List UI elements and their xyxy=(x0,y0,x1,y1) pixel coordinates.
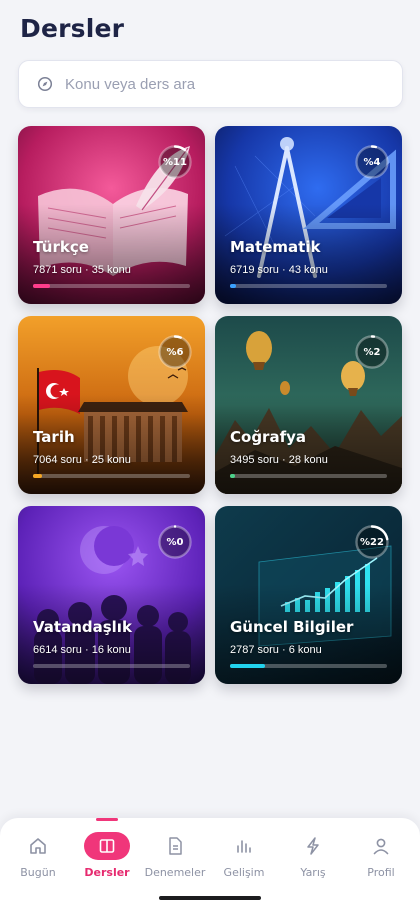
progress-bar xyxy=(230,284,387,288)
nav-item-denemeler[interactable]: Denemeler xyxy=(145,832,205,882)
nav-label: Dersler xyxy=(84,866,130,879)
compass-icon xyxy=(37,76,53,92)
nav-item-yaris[interactable]: Yarış xyxy=(283,832,343,882)
home-icon xyxy=(16,832,60,860)
subject-meta: 6719 soru · 43 konu xyxy=(230,264,328,276)
subject-name: Türkçe xyxy=(33,238,89,256)
subject-card-turkce[interactable]: %11 Türkçe 7871 soru · 35 konu xyxy=(18,126,205,304)
lightning-icon xyxy=(291,832,335,860)
nav-label: Yarış xyxy=(300,866,326,879)
subject-meta: 3495 soru · 28 konu xyxy=(230,454,328,466)
bar-chart-icon xyxy=(222,832,266,860)
progress-bar xyxy=(33,474,190,478)
nav-item-bugun[interactable]: Bugün xyxy=(8,832,68,882)
subject-name: Coğrafya xyxy=(230,428,306,446)
progress-bar xyxy=(33,664,190,668)
subject-card-tarih[interactable]: %6 Tarih 7064 soru · 25 konu xyxy=(18,316,205,494)
nav-item-profil[interactable]: Profil xyxy=(351,832,411,882)
nav-label: Profil xyxy=(367,866,395,879)
progress-percent: %0 xyxy=(166,536,184,548)
progress-ring: %2 xyxy=(354,334,390,370)
subject-meta: 2787 soru · 6 konu xyxy=(230,644,322,656)
book-icon xyxy=(84,832,130,860)
subject-grid: %11 Türkçe 7871 soru · 35 konu %4 Matema… xyxy=(18,126,402,684)
subject-name: Vatandaşlık xyxy=(33,618,132,636)
progress-ring: %0 xyxy=(157,524,193,560)
subject-name: Güncel Bilgiler xyxy=(230,618,354,636)
nav-item-gelisim[interactable]: Gelişim xyxy=(214,832,274,882)
nav-item-dersler[interactable]: Dersler xyxy=(77,832,137,882)
search-bar[interactable] xyxy=(18,60,403,108)
subject-meta: 6614 soru · 16 konu xyxy=(33,644,131,656)
subject-meta: 7064 soru · 25 konu xyxy=(33,454,131,466)
progress-ring: %11 xyxy=(157,144,193,180)
progress-percent: %6 xyxy=(166,346,184,358)
subject-card-vatandaslik[interactable]: %0 Vatandaşlık 6614 soru · 16 konu xyxy=(18,506,205,684)
page-title: Dersler xyxy=(20,14,125,43)
subject-card-guncel-bilgiler[interactable]: %22 Güncel Bilgiler 2787 soru · 6 konu xyxy=(215,506,402,684)
home-indicator xyxy=(159,896,261,900)
progress-bar xyxy=(33,284,190,288)
subject-card-cografya[interactable]: %2 Coğrafya 3495 soru · 28 konu xyxy=(215,316,402,494)
progress-percent: %2 xyxy=(363,346,381,358)
progress-bar xyxy=(230,474,387,478)
progress-bar xyxy=(230,664,387,668)
subject-name: Tarih xyxy=(33,428,75,446)
progress-ring: %22 xyxy=(354,524,390,560)
progress-ring: %6 xyxy=(157,334,193,370)
nav-label: Gelişim xyxy=(223,866,265,879)
user-icon xyxy=(359,832,403,860)
subject-name: Matematik xyxy=(230,238,321,256)
progress-percent: %4 xyxy=(363,156,381,168)
subject-meta: 7871 soru · 35 konu xyxy=(33,264,131,276)
document-icon xyxy=(153,832,197,860)
subject-card-matematik[interactable]: %4 Matematik 6719 soru · 43 konu xyxy=(215,126,402,304)
progress-percent: %11 xyxy=(163,156,187,168)
progress-ring: %4 xyxy=(354,144,390,180)
nav-label: Denemeler xyxy=(144,866,206,879)
nav-label: Bugün xyxy=(20,866,56,879)
search-input[interactable] xyxy=(65,75,365,93)
progress-percent: %22 xyxy=(360,536,384,548)
active-tab-indicator xyxy=(96,818,118,821)
